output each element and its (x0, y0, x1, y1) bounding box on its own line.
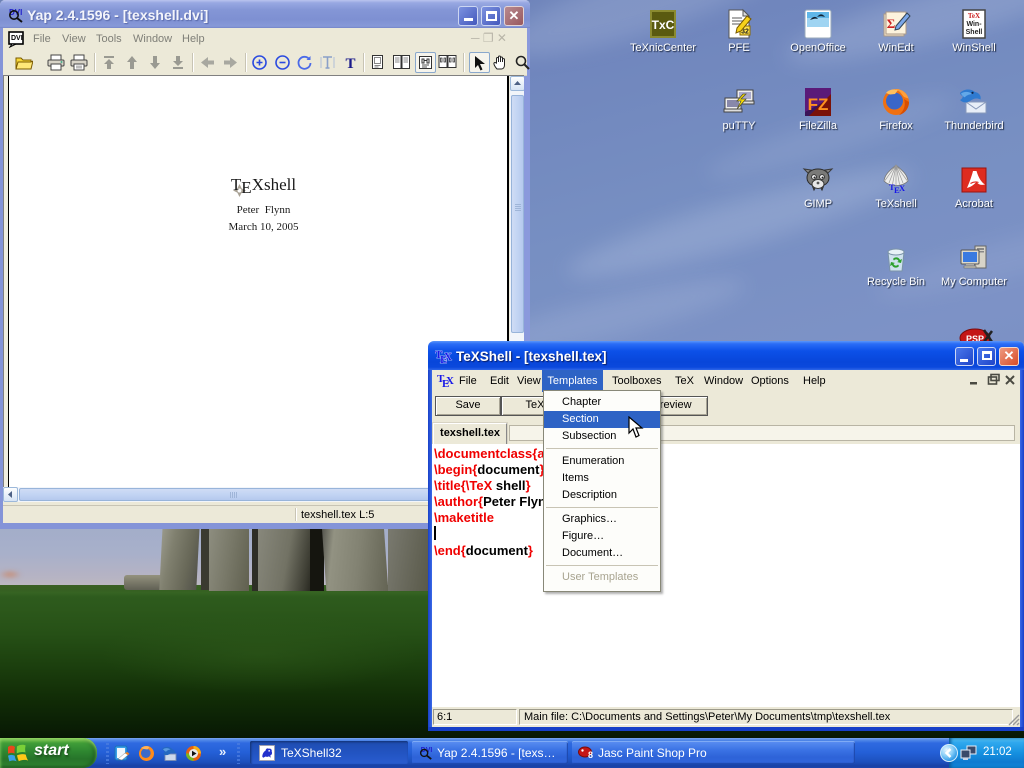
svg-text:X: X (446, 375, 454, 387)
svg-text:Win-: Win- (966, 21, 982, 28)
svg-text:TxC: TxC (652, 18, 675, 32)
svg-text:T: T (345, 56, 355, 71)
svg-text:X: X (444, 351, 452, 363)
svg-text:X: X (899, 183, 906, 193)
svg-text:TeX: TeX (968, 12, 980, 20)
svg-text:DVI: DVI (11, 35, 23, 42)
svg-text:8: 8 (588, 750, 593, 760)
svg-text:FZ: FZ (808, 95, 829, 114)
svg-text:Shell: Shell (966, 29, 983, 36)
svg-text:Σ: Σ (887, 16, 896, 31)
